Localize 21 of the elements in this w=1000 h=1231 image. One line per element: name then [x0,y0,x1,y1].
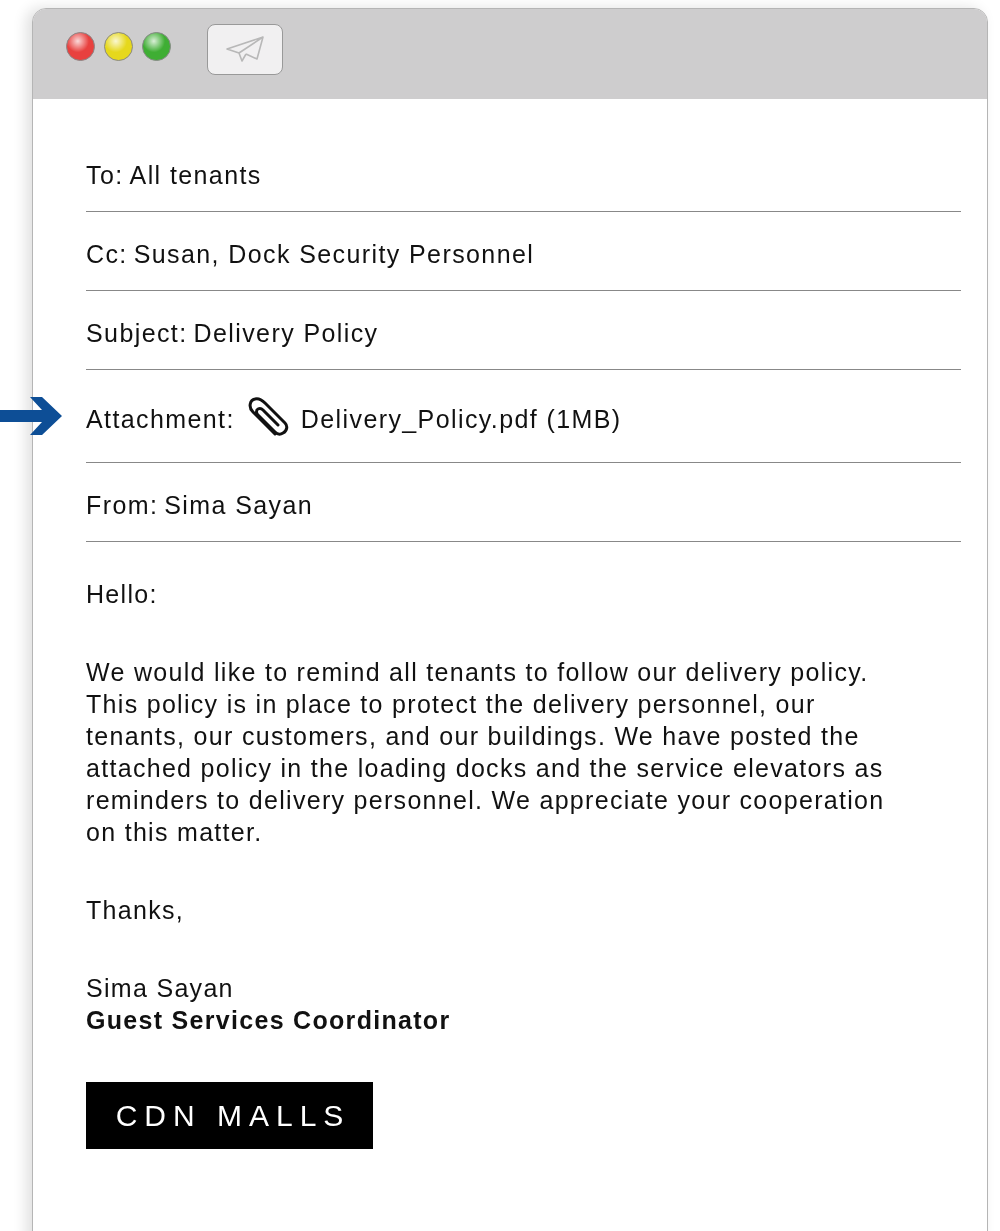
greeting-text: Hello: [86,579,159,610]
closing-text: Thanks, [86,895,186,926]
field-label: To: [86,160,124,191]
attachment-link[interactable]: Delivery_Policy.pdf (1MB) [300,403,622,435]
field-value: Susan, Dock Security Personnel [133,239,535,270]
field-label: From: [86,490,159,521]
send-button[interactable] [207,23,283,75]
signature-title: Guest Services Coordinator [86,1005,452,1036]
paper-plane-icon [225,35,265,63]
body-paragraph: We would like to remind all tenants to follow our delivery policy. This policy is in place to protect the delivery personnel, our tenants, our customers, and our buildings. We have posted the attached policy in the loading docks and the service elevators as reminders to delivery personnel. We appreciate your cooperation on this matter. [86,657,886,848]
field-label: Attachment: [86,404,235,435]
logo-text: CDN MALLS [114,1099,351,1132]
close-button[interactable] [66,31,95,61]
field-value: All tenants [129,160,262,191]
field-value: Sima Sayan [164,490,314,521]
field-label: Cc: [86,239,128,270]
signature-name: Sima Sayan [86,973,235,1004]
field-value: Delivery Policy [193,318,379,349]
minimize-button[interactable] [104,31,133,61]
zoom-button[interactable] [142,31,171,61]
field-label: Subject: [86,318,188,349]
